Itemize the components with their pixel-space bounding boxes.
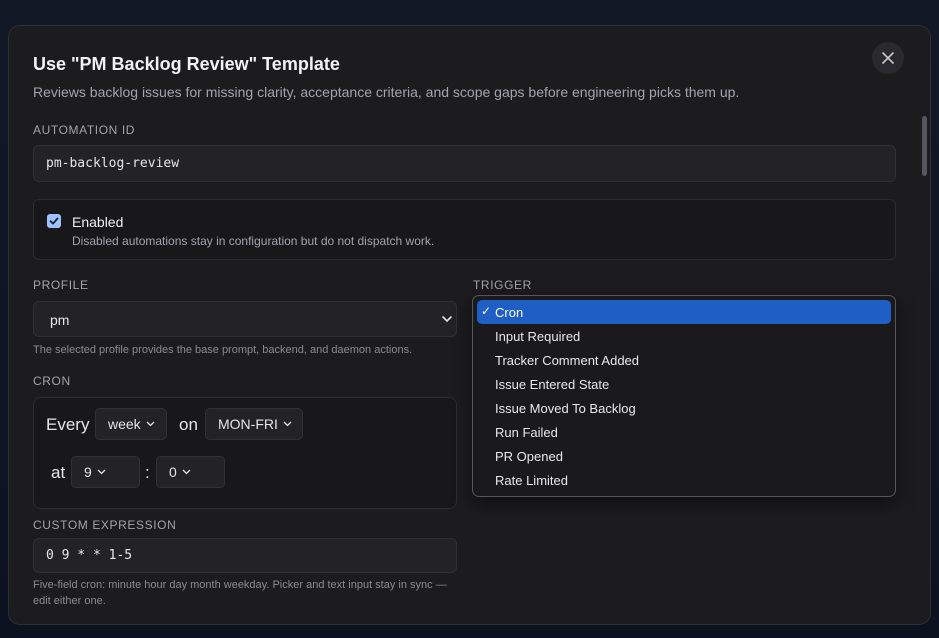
trigger-label: TRIGGER [473,278,532,292]
automation-id-label: AUTOMATION ID [33,123,136,137]
cron-label: CRON [33,374,71,388]
cron-at-text: at [51,463,66,482]
trigger-option-issue-entered-state[interactable]: Issue Entered State [477,372,891,396]
template-dialog: Use "PM Backlog Review" Template Reviews… [8,25,931,625]
trigger-option-rate-limited[interactable]: Rate Limited [477,468,891,492]
cron-time-separator: : [145,463,150,482]
cron-days-value: MON-FRI [218,416,278,432]
trigger-option-pr-opened[interactable]: PR Opened [477,444,891,468]
automation-id-input[interactable]: pm-backlog-review [33,145,896,182]
dialog-subtitle: Reviews backlog issues for missing clari… [33,84,740,100]
trigger-option-issue-moved-to-backlog[interactable]: Issue Moved To Backlog [477,396,891,420]
enabled-description: Disabled automations stay in configurati… [72,234,435,248]
custom-expression-input[interactable]: 0 9 * * 1-5 [33,538,457,573]
checkmark-icon: ✓ [481,304,492,318]
automation-id-value: pm-backlog-review [46,156,180,171]
chevron-down-icon [442,316,452,323]
cron-picker: Every week on MON-FRI at 9 : 0 [33,397,457,509]
cron-minute-value: 0 [169,464,177,480]
enabled-label: Enabled [72,214,124,230]
chevron-down-icon [146,421,155,427]
trigger-dropdown-menu: ✓ Cron Input Required Tracker Comment Ad… [472,295,896,497]
enabled-checkbox[interactable] [47,214,61,228]
profile-value: pm [50,312,70,328]
cron-hour-value: 9 [84,464,92,480]
scrollbar-thumb[interactable] [922,116,927,176]
cron-minute-select[interactable]: 0 [156,456,225,488]
trigger-option-tracker-comment-added[interactable]: Tracker Comment Added [477,348,891,372]
profile-label: PROFILE [33,278,89,292]
close-icon [882,52,894,64]
chevron-down-icon [97,469,106,475]
cron-every-text: Every [46,415,90,434]
cron-period-value: week [108,416,141,432]
custom-expression-value: 0 9 * * 1-5 [46,548,133,563]
profile-hint: The selected profile provides the base p… [33,344,413,356]
custom-expression-hint: Five-field cron: minute hour day month w… [33,579,447,607]
trigger-option-run-failed[interactable]: Run Failed [477,420,891,444]
custom-expression-label: CUSTOM EXPRESSION [33,518,177,532]
chevron-down-icon [283,421,292,427]
cron-days-select[interactable]: MON-FRI [205,408,303,440]
cron-on-text: on [179,415,198,434]
trigger-option-cron[interactable]: ✓ Cron [477,300,891,324]
enabled-panel: Enabled Disabled automations stay in con… [33,199,896,260]
profile-select[interactable]: pm [33,301,457,337]
close-button[interactable] [872,42,904,74]
dialog-title: Use "PM Backlog Review" Template [33,54,340,74]
trigger-option-input-required[interactable]: Input Required [477,324,891,348]
cron-period-select[interactable]: week [95,408,167,440]
cron-hour-select[interactable]: 9 [71,456,140,488]
checkmark-icon [49,217,59,225]
chevron-down-icon [182,469,191,475]
